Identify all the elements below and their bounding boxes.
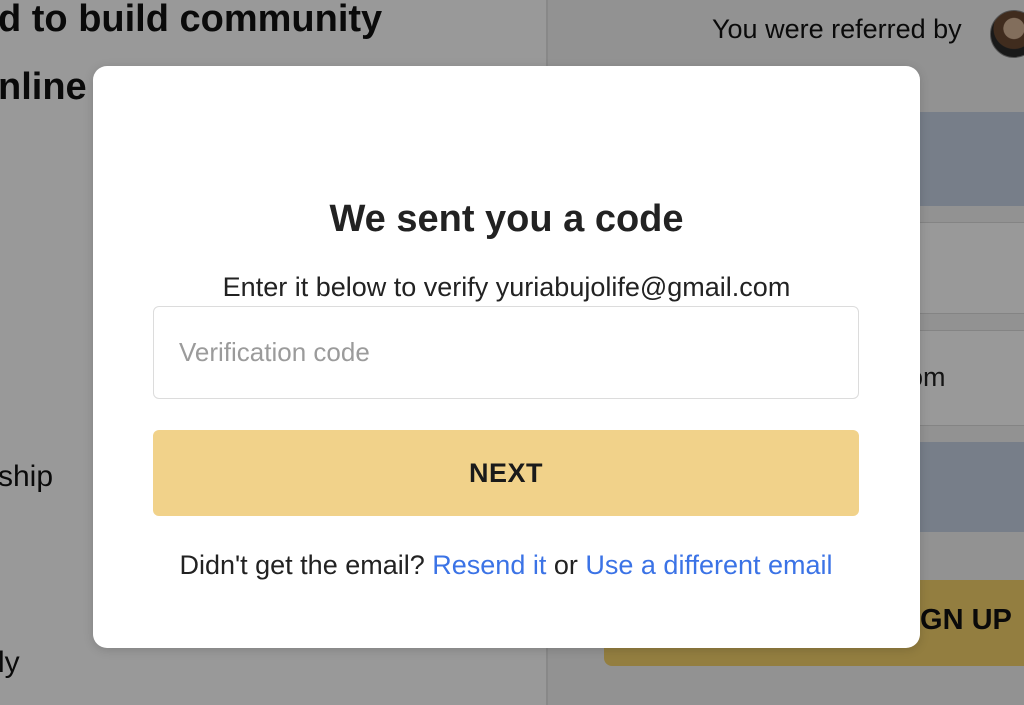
next-button[interactable]: NEXT — [153, 430, 859, 516]
modal-title: We sent you a code — [329, 198, 684, 240]
help-prefix: Didn't get the email? — [179, 550, 425, 580]
use-different-email-link[interactable]: Use a different email — [585, 550, 832, 580]
verification-code-input[interactable] — [153, 306, 859, 399]
resend-help-text: Didn't get the email? Resend it or Use a… — [0, 550, 1012, 581]
help-or-text: or — [553, 550, 578, 580]
resend-link[interactable]: Resend it — [432, 550, 546, 580]
page: d to build community nline ship ly You w… — [0, 0, 1024, 705]
modal-subtitle: Enter it below to verify yuriabujolife@g… — [222, 272, 791, 302]
